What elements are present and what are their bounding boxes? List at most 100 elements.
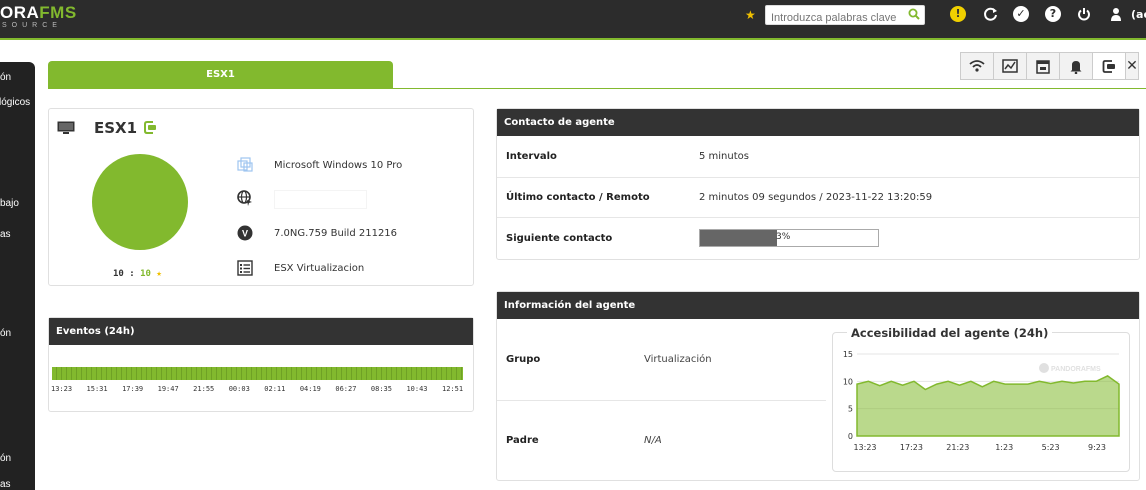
sidebar-item-4[interactable]: as — [0, 229, 11, 240]
availability-chart: 15 10 5 0 13:23 17:23 21:23 1:23 5:23 9:23 PANDO… — [843, 350, 1120, 452]
agent-tool-tabs: ✕ — [960, 52, 1139, 80]
y-tick-label: 15 — [843, 350, 853, 359]
contact-title: Contacto de agente — [497, 109, 1139, 136]
agent-icon[interactable] — [1092, 52, 1126, 80]
y-tick-label: 0 — [848, 432, 853, 441]
agent-name: ESX1 — [94, 119, 138, 137]
logo[interactable]: ORAFMS — [0, 3, 77, 23]
sidebar-item-6[interactable]: ón — [0, 453, 11, 464]
tab-divider — [48, 88, 1146, 89]
search-icon[interactable] — [908, 8, 920, 23]
agent-status-circle — [92, 154, 188, 250]
search-box — [765, 5, 925, 27]
agent-contact-panel: Contacto de agente Intervalo 5 minutos Ú… — [496, 108, 1140, 260]
info-title: Información del agente — [497, 292, 1139, 319]
parent-value: N/A — [644, 435, 662, 446]
interval-value: 5 minutos — [699, 151, 749, 162]
score-separator: : — [123, 269, 141, 279]
interval-label: Intervalo — [506, 151, 557, 162]
last-contact-label: Último contacto / Remoto — [506, 192, 650, 203]
sidebar: ón lógicos bajo as ón ón as — [0, 62, 35, 490]
event-tick-label: 02:11 — [264, 385, 286, 393]
group-label: Grupo — [506, 354, 541, 365]
agent-tab[interactable]: ESX1 — [48, 61, 393, 89]
event-tick-label: 17:39 — [122, 385, 144, 393]
help-icon[interactable]: ? — [1045, 6, 1061, 22]
alert-icon[interactable]: ! — [950, 6, 966, 22]
globe-icon — [237, 190, 252, 206]
event-tick-label: 00:03 — [228, 385, 250, 393]
module-score: 10 : 10 ★ — [113, 269, 162, 279]
os-name: Microsoft Windows 10 Pro — [274, 160, 403, 171]
agent-version: 7.0NG.759 Build 211216 — [274, 228, 398, 239]
group-value: Virtualización — [644, 354, 712, 365]
user-icon[interactable] — [1108, 6, 1124, 22]
sidebar-item-2[interactable]: lógicos — [0, 97, 30, 108]
sidebar-item-7[interactable]: as — [0, 479, 11, 490]
version-icon: V — [237, 225, 253, 241]
check-icon[interactable]: ✓ — [1013, 6, 1029, 22]
x-tick-label: 5:23 — [1042, 443, 1060, 452]
last-contact-value: 2 minutos 09 segundos / 2023-11-22 13:20… — [699, 192, 933, 203]
progress-text: 3% — [776, 232, 791, 242]
event-tick-label: 06:27 — [335, 385, 357, 393]
events-timeline-bar[interactable] — [52, 367, 463, 380]
close-icon[interactable]: ✕ — [1125, 52, 1139, 80]
next-contact-label: Siguiente contacto — [506, 233, 613, 244]
monitor-icon — [57, 121, 75, 134]
chart-area — [856, 375, 1120, 437]
events-title: Eventos (24h) — [49, 318, 473, 345]
event-tick-label: 13:23 — [51, 385, 73, 393]
top-bar: ORAFMS SOURCE ★ ! ✓ ? (ac — [0, 0, 1146, 40]
user-name[interactable]: (ac — [1131, 8, 1146, 21]
search-input[interactable] — [766, 9, 904, 27]
x-tick-label: 13:23 — [853, 443, 876, 452]
score-total: 10 — [113, 269, 124, 279]
wifi-icon[interactable] — [960, 52, 994, 80]
last-contact-row: Último contacto / Remoto 2 minutos 09 se… — [497, 178, 1139, 218]
next-contact-progress: 3% — [699, 229, 879, 247]
agent-info-panel: Información del agente Grupo Virtualizac… — [496, 291, 1140, 481]
agent-summary-card: ESX1 10 : 10 ★ Microsoft Windows 10 Pro … — [48, 108, 474, 286]
sidebar-item-1[interactable]: ón — [0, 72, 11, 83]
x-tick-label: 17:23 — [900, 443, 923, 452]
event-tick-label: 19:47 — [157, 385, 179, 393]
chart-icon[interactable] — [993, 52, 1027, 80]
favorites-star-icon[interactable]: ★ — [745, 8, 756, 22]
x-tick-label: 9:23 — [1088, 443, 1106, 452]
x-tick-label: 21:23 — [946, 443, 969, 452]
windows-os-icon — [237, 157, 253, 172]
y-tick-label: 10 — [843, 377, 853, 386]
progress-fill — [700, 230, 777, 246]
sidebar-item-5[interactable]: ón — [0, 328, 11, 339]
score-ok: 10 — [140, 269, 151, 279]
agent-description: ESX Virtualizacion — [274, 263, 365, 274]
logo-subtitle: SOURCE — [2, 22, 62, 29]
info-divider — [497, 400, 826, 401]
events-panel: Eventos (24h) 13:23 15:31 17:39 19:47 21:55 0… — [48, 317, 474, 412]
y-tick-label: 5 — [848, 405, 853, 414]
interval-row: Intervalo 5 minutos — [497, 137, 1139, 178]
parent-label: Padre — [506, 435, 539, 446]
event-tick-label: 10:43 — [406, 385, 428, 393]
logo-accent: FMS — [39, 3, 77, 22]
watermark-text: PANDORAFMS — [1051, 366, 1101, 373]
event-tick-label: 08:35 — [370, 385, 392, 393]
bell-icon[interactable] — [1059, 52, 1093, 80]
power-icon[interactable] — [1076, 6, 1092, 22]
chart-title: Accesibilidad del agente (24h) — [847, 326, 1053, 340]
sidebar-item-3[interactable]: bajo — [0, 198, 19, 209]
logo-main: ORA — [0, 3, 40, 22]
event-tick-label: 21:55 — [193, 385, 215, 393]
refresh-icon[interactable] — [983, 6, 999, 22]
star-icon: ★ — [156, 269, 162, 279]
next-contact-row: Siguiente contacto 3% — [497, 218, 1139, 259]
list-icon — [237, 260, 253, 276]
svg-text:V: V — [242, 229, 248, 239]
calendar-icon[interactable] — [1026, 52, 1060, 80]
agent-status-icon — [144, 121, 156, 134]
event-tick-label: 12:51 — [442, 385, 464, 393]
x-tick-label: 1:23 — [995, 443, 1013, 452]
ip-address — [274, 190, 367, 209]
event-tick-label: 04:19 — [299, 385, 321, 393]
